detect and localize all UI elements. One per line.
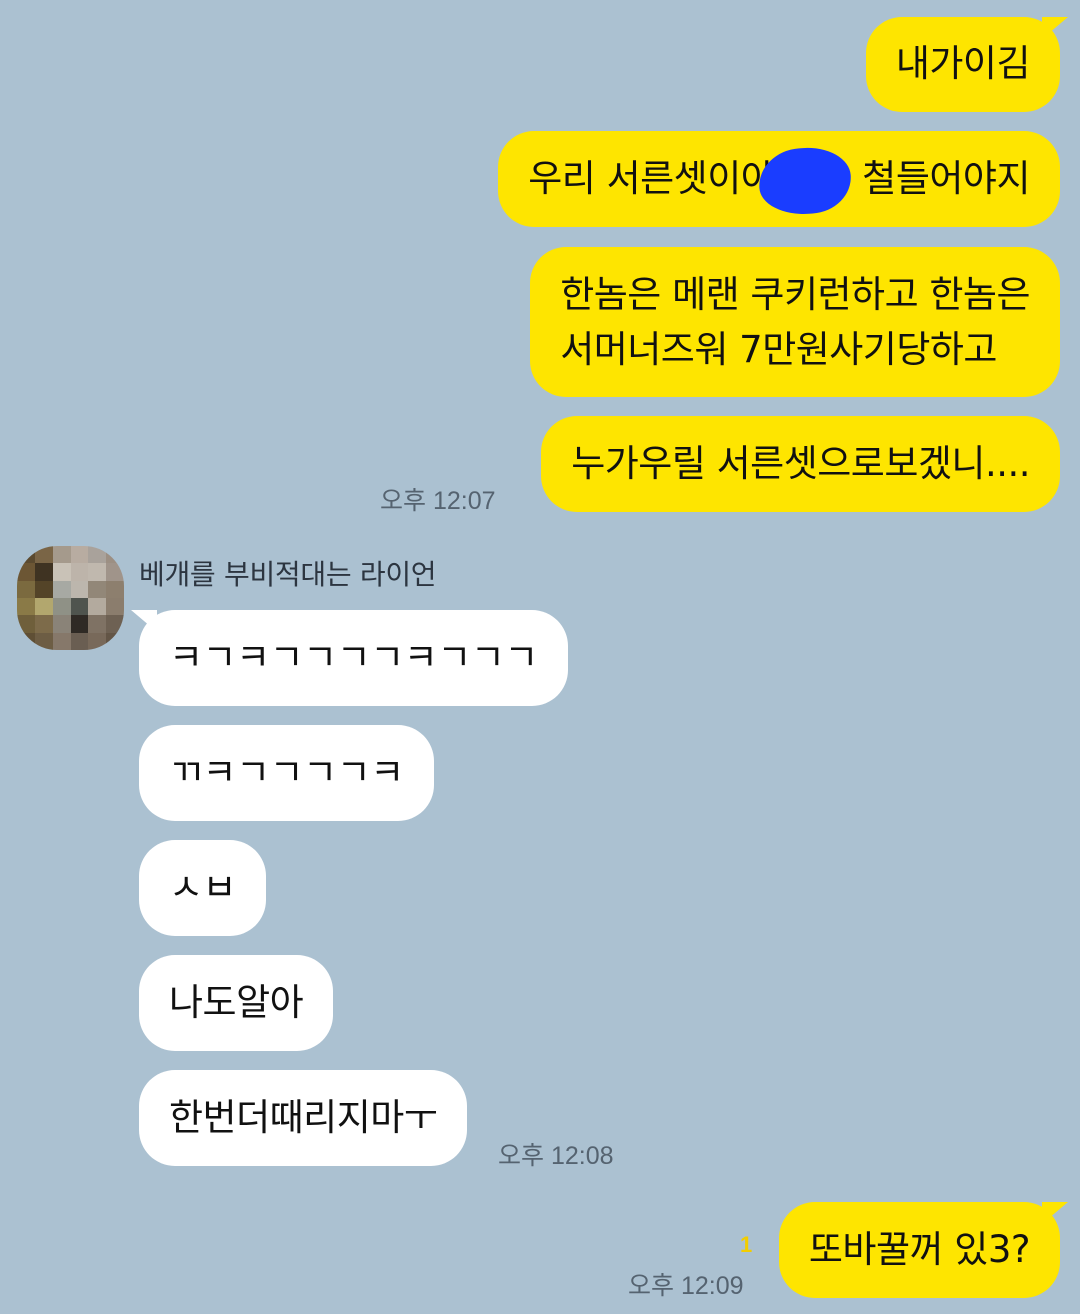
message-timestamp: 오후 12:09 bbox=[628, 1272, 744, 1300]
message-bubble-incoming[interactable]: ㅋㄱㅋㄱㄱㄱㄱㅋㄱㄱㄱ bbox=[139, 610, 568, 706]
message-text: 나도알아 bbox=[169, 980, 304, 1024]
message-text-part: 우리 서른셋이야 bbox=[528, 156, 775, 200]
unread-count-badge: 1 bbox=[740, 1232, 753, 1257]
message-text: 또바꿀꺼 있3? bbox=[808, 1227, 1031, 1271]
message-timestamp: 오후 12:08 bbox=[498, 1142, 614, 1170]
message-bubble-incoming[interactable]: ㅅㅂ bbox=[139, 840, 267, 936]
message-text: ㄲㅋㄱㄱㄱㄱㅋ bbox=[169, 750, 404, 794]
message-bubble-outgoing[interactable]: 또바꿀꺼 있3? bbox=[778, 1202, 1060, 1298]
message-bubble-outgoing[interactable]: 누가우릴 서른셋으로보겠니.... bbox=[541, 416, 1060, 512]
message-bubble-incoming[interactable]: 나도알아 bbox=[139, 955, 334, 1051]
sender-name: 베개를 부비적대는 라이언 bbox=[139, 558, 437, 591]
message-text: 내가이김 bbox=[895, 42, 1031, 86]
message-text: 누가우릴 서른셋으로보겠니.... bbox=[571, 441, 1030, 485]
bubble-tail bbox=[1042, 1202, 1068, 1224]
message-timestamp: 오후 12:07 bbox=[380, 487, 496, 515]
message-bubble-outgoing[interactable]: 내가이김 bbox=[865, 17, 1060, 112]
bubble-tail bbox=[1042, 17, 1068, 39]
message-text-line: 서머너즈워 7만원사기당하고 bbox=[560, 328, 997, 371]
message-text: 한번더때리지마ㅜ bbox=[169, 1095, 438, 1139]
message-text: ㅅㅂ bbox=[169, 865, 237, 909]
avatar[interactable] bbox=[17, 546, 124, 650]
message-bubble-incoming[interactable]: ㄲㅋㄱㄱㄱㄱㅋ bbox=[139, 725, 434, 821]
message-text-line: 한놈은 메랜 쿠키런하고 한놈은 bbox=[560, 272, 1030, 316]
message-text: ㅋㄱㅋㄱㄱㄱㄱㅋㄱㄱㄱ bbox=[169, 635, 538, 679]
message-bubble-outgoing[interactable]: 한놈은 메랜 쿠키런하고 한놈은 서머너즈워 7만원사기당하고 bbox=[530, 247, 1060, 397]
message-bubble-incoming[interactable]: 한번더때리지마ㅜ bbox=[139, 1070, 468, 1166]
bubble-tail bbox=[131, 610, 157, 632]
message-text-part: 철들어야지 bbox=[862, 156, 1030, 200]
